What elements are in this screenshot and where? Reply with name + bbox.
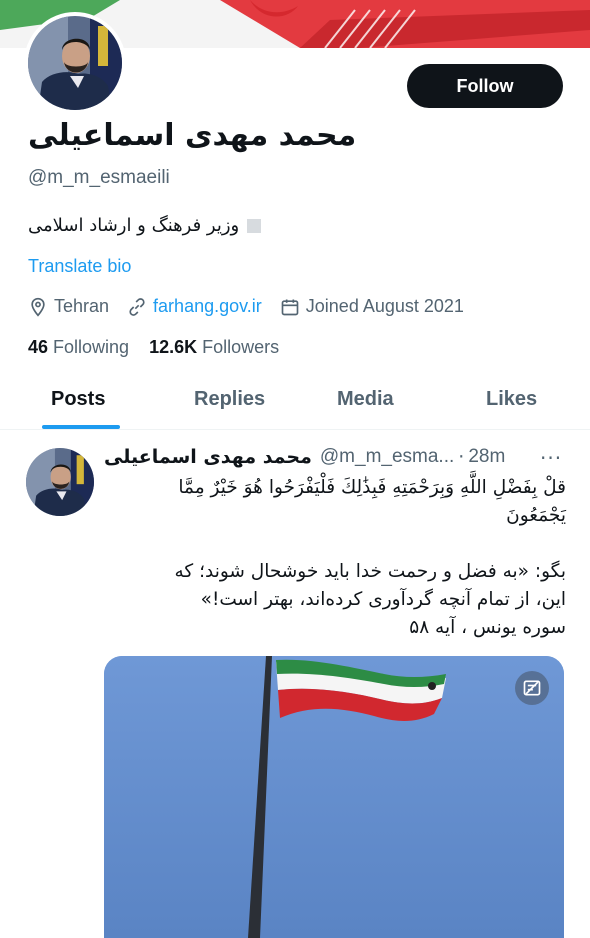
location-pin-icon <box>31 297 45 317</box>
more-options-icon[interactable]: ··· <box>540 446 562 470</box>
location-item: Tehran <box>28 296 109 317</box>
flag-placeholder-icon <box>247 218 262 233</box>
tweet-media-image[interactable] <box>104 656 564 938</box>
translate-bio-link[interactable]: Translate bio <box>28 256 131 277</box>
profile-bio: وزیر فرهنگ و ارشاد اسلامی <box>28 215 262 236</box>
following-label[interactable]: Following <box>53 337 129 358</box>
tweet-timestamp[interactable]: 28m <box>468 446 505 468</box>
profile-avatar[interactable] <box>24 12 126 114</box>
tab-posts[interactable]: Posts <box>51 388 105 411</box>
tweet-header: محمد مهدی اسماعیلی @m_m_esma... · 28m <box>104 446 566 468</box>
tweet-separator: · <box>458 446 465 468</box>
link-icon <box>129 297 145 316</box>
website-link[interactable]: farhang.gov.ir <box>153 296 262 317</box>
joined-item: Joined August 2021 <box>280 296 464 317</box>
tweet-line: بگو: «به فضل و رحمت خدا باید خوشحال شوند… <box>174 561 567 582</box>
profile-meta: Tehran farhang.gov.ir Joined August 2021 <box>28 296 482 317</box>
followers-label[interactable]: Followers <box>202 337 279 358</box>
profile-stats: 46 Following 12.6K Followers <box>28 337 299 358</box>
tweet-line: سوره یونس ، آیه ۵۸ <box>409 617 566 638</box>
tweet-line: يَجْمَعُونَ <box>506 505 566 526</box>
tab-likes[interactable]: Likes <box>486 388 537 411</box>
tweet-author-avatar[interactable] <box>26 448 94 516</box>
follow-button[interactable]: Follow <box>407 64 563 108</box>
profile-tabs: Posts Replies Media Likes <box>0 372 590 430</box>
location-text: Tehran <box>54 296 110 316</box>
joined-text: Joined August 2021 <box>305 296 464 316</box>
tweet-line: قلْ بِفَضْلِ اللَّهِ وَبِرَحْمَتِهِ فَبِ… <box>178 477 566 498</box>
tweet-author-name[interactable]: محمد مهدی اسماعیلی <box>104 446 312 468</box>
profile-display-name: محمد مهدی اسماعیلی <box>28 118 357 153</box>
tab-replies[interactable]: Replies <box>194 388 265 411</box>
active-tab-indicator <box>42 425 120 429</box>
media-badge-icon[interactable] <box>515 671 549 705</box>
tab-media[interactable]: Media <box>337 388 394 411</box>
profile-handle: @m_m_esmaeili <box>28 167 170 188</box>
followers-count[interactable]: 12.6K <box>149 337 197 358</box>
following-count[interactable]: 46 <box>28 337 48 358</box>
website-item[interactable]: farhang.gov.ir <box>127 296 262 317</box>
tweet-line: این، از تمام آنچه گردآوری کرده‌اند، بهتر… <box>200 589 566 610</box>
bio-text: وزیر فرهنگ و ارشاد اسلامی <box>28 215 240 236</box>
tweet-author-handle[interactable]: @m_m_esma... <box>320 446 454 468</box>
calendar-icon <box>281 299 299 315</box>
tweet-text: قلْ بِفَضْلِ اللَّهِ وَبِرَحْمَتِهِ فَبِ… <box>104 474 567 642</box>
